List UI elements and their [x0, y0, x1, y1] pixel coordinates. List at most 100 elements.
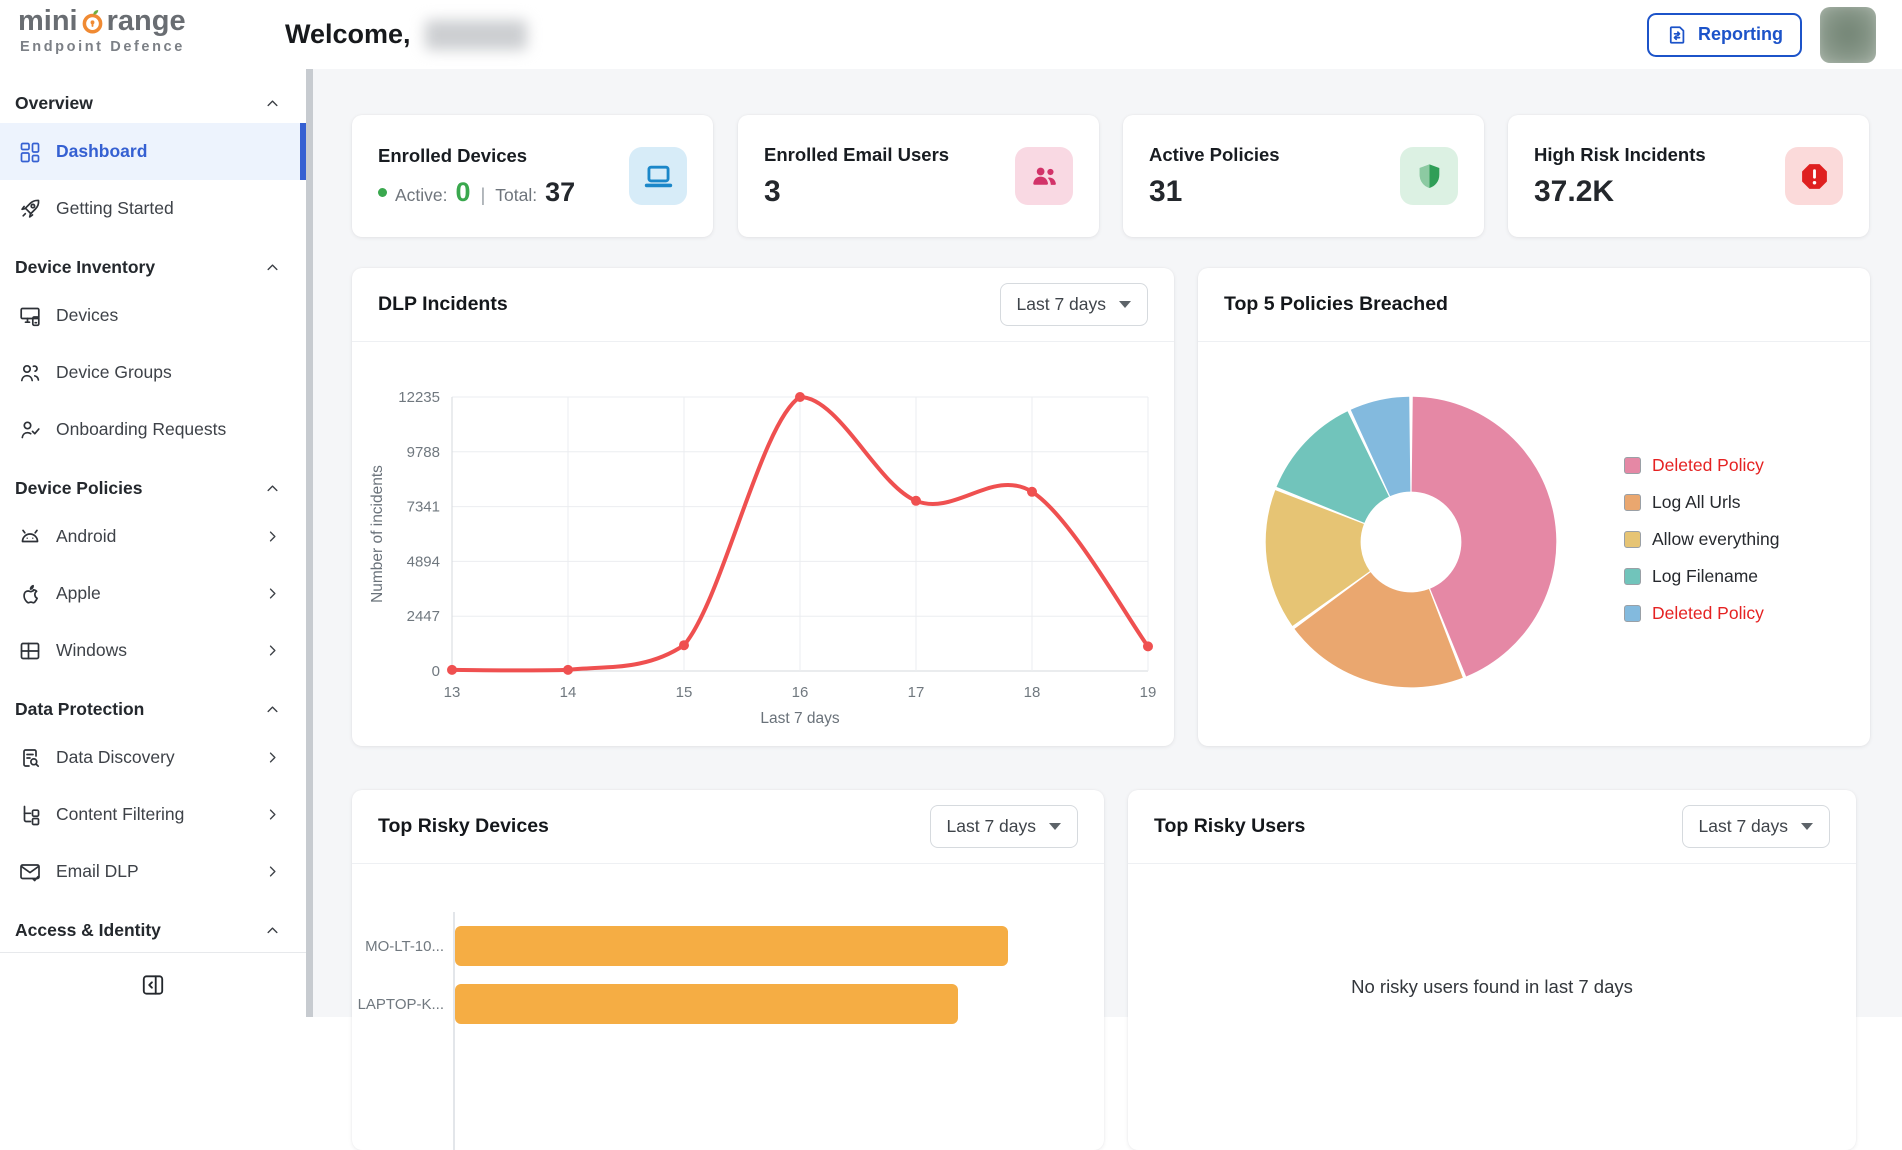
rocket-icon	[18, 197, 42, 221]
sidebar-section-device-inventory[interactable]: Device Inventory	[0, 247, 306, 287]
svg-text:2447: 2447	[407, 608, 440, 625]
bar-row-mo-lt-10[interactable]: MO-LT-10...	[352, 926, 1080, 966]
dlp-range-dropdown[interactable]: Last 7 days	[1000, 283, 1149, 326]
svg-text:4894: 4894	[407, 553, 440, 570]
sidebar-item-email-dlp[interactable]: Email DLP	[0, 843, 306, 900]
android-icon	[18, 525, 42, 549]
risky-devices-range-dropdown[interactable]: Last 7 days	[930, 805, 1079, 848]
brand-text-mini: mini	[18, 7, 78, 36]
legend-item-allow-everything-2[interactable]: Allow everything	[1624, 521, 1779, 558]
svg-text:18: 18	[1024, 684, 1041, 701]
chevron-up-icon	[263, 94, 282, 113]
sidebar-section-device-policies[interactable]: Device Policies	[0, 468, 306, 508]
svg-text:Number of incidents: Number of incidents	[369, 465, 386, 603]
dashboard-icon	[18, 140, 42, 164]
section-label: Device Inventory	[15, 257, 155, 278]
risky-devices-bar-chart[interactable]: MO-LT-10... LAPTOP-K...	[352, 864, 1080, 1150]
chevron-right-icon	[263, 584, 282, 603]
sidebar-item-onboarding-requests[interactable]: Onboarding Requests	[0, 401, 306, 458]
stat-title: Enrolled Devices	[378, 145, 575, 167]
alert-octagon-icon	[1785, 147, 1843, 205]
dlp-line-chart[interactable]: 024474894734197881223513141516171819Last…	[352, 342, 1174, 746]
collapse-sidebar-icon[interactable]	[140, 972, 166, 998]
section-label: Overview	[15, 93, 93, 114]
panel-header: DLP Incidents Last 7 days	[352, 268, 1174, 342]
chevron-up-icon	[263, 258, 282, 277]
svg-text:15: 15	[676, 684, 693, 701]
sidebar-section-data-protection[interactable]: Data Protection	[0, 689, 306, 729]
devices-icon	[18, 304, 42, 328]
sidebar-item-apple[interactable]: Apple	[0, 565, 306, 622]
chevron-up-icon	[263, 921, 282, 940]
chevron-right-icon	[263, 748, 282, 767]
avatar[interactable]	[1820, 7, 1876, 63]
bar	[455, 984, 958, 1024]
stat-card-active-policies: Active Policies 31	[1123, 115, 1484, 237]
report-document-icon	[1666, 24, 1688, 46]
sidebar-item-windows[interactable]: Windows	[0, 622, 306, 679]
sidebar-item-data-discovery[interactable]: Data Discovery	[0, 729, 306, 786]
reporting-button[interactable]: Reporting	[1647, 13, 1802, 57]
stat-card-high-risk-incidents: High Risk Incidents 37.2K	[1508, 115, 1869, 237]
legend-label: Allow everything	[1652, 529, 1779, 550]
svg-text:14: 14	[560, 684, 577, 701]
bar-track	[455, 926, 1080, 966]
legend-item-log-filename-3[interactable]: Log Filename	[1624, 558, 1779, 595]
legend-item-deleted-policy-4[interactable]: Deleted Policy	[1624, 595, 1779, 632]
panel-header: Top Risky Users Last 7 days	[1128, 790, 1856, 864]
legend-item-log-all-urls-1[interactable]: Log All Urls	[1624, 484, 1779, 521]
sidebar-item-device-groups[interactable]: Device Groups	[0, 344, 306, 401]
section-label: Access & Identity	[15, 920, 161, 941]
svg-text:19: 19	[1140, 684, 1157, 701]
panel-title: Top Risky Devices	[378, 815, 549, 838]
bar	[455, 926, 1008, 966]
sidebar-scrollbar[interactable]	[306, 69, 313, 1017]
device-groups-icon	[18, 361, 42, 385]
policies-donut-chart[interactable]	[1256, 387, 1566, 697]
legend-swatch	[1624, 568, 1641, 585]
data-discovery-icon	[18, 746, 42, 770]
donut-svg	[1256, 387, 1566, 697]
sidebar-item-devices[interactable]: Devices	[0, 287, 306, 344]
risky-users-range-dropdown[interactable]: Last 7 days	[1682, 805, 1831, 848]
brand-logo[interactable]: mini range Endpoint Defence	[18, 7, 186, 55]
sidebar-item-android[interactable]: Android	[0, 508, 306, 565]
stat-title: High Risk Incidents	[1534, 144, 1706, 166]
chevron-right-icon	[263, 805, 282, 824]
risky-users-panel: Top Risky Users Last 7 days No risky use…	[1128, 790, 1856, 1150]
chevron-up-icon	[263, 700, 282, 719]
app-root: mini range Endpoint Defence Welcome,	[0, 0, 1902, 1017]
svg-text:16: 16	[792, 684, 809, 701]
sidebar-section-overview[interactable]: Overview	[0, 83, 306, 123]
panel-header: Top Risky Devices Last 7 days	[352, 790, 1104, 864]
empty-state-message: No risky users found in last 7 days	[1128, 976, 1856, 998]
panel-title: Top 5 Policies Breached	[1224, 293, 1448, 316]
separator: |	[479, 185, 488, 206]
chevron-right-icon	[263, 641, 282, 660]
section-label: Data Protection	[15, 699, 144, 720]
dlp-range-label: Last 7 days	[1017, 294, 1107, 315]
legend-label: Log Filename	[1652, 566, 1758, 587]
laptop-icon	[629, 147, 687, 205]
bar-row-laptop-k[interactable]: LAPTOP-K...	[352, 984, 1080, 1024]
onboarding-person-check-icon	[18, 418, 42, 442]
bar-label: MO-LT-10...	[352, 938, 444, 955]
stat-title: Enrolled Email Users	[764, 144, 949, 166]
chevron-down-icon	[1801, 823, 1813, 830]
windows-icon	[18, 639, 42, 663]
brand-text-range: range	[107, 7, 186, 36]
sidebar-section-access-identity[interactable]: Access & Identity	[0, 910, 306, 950]
chevron-down-icon	[1049, 823, 1061, 830]
sidebar-item-dashboard[interactable]: Dashboard	[0, 123, 306, 180]
svg-text:13: 13	[444, 684, 461, 701]
policies-legend: Deleted Policy Log All Urls Allow everythi…	[1624, 447, 1779, 632]
sidebar: Overview DashboardGetting Started Device I…	[0, 69, 313, 1017]
panel-title: DLP Incidents	[378, 293, 508, 316]
header-actions: Reporting	[1647, 0, 1876, 69]
risky-devices-panel: Top Risky Devices Last 7 days MO-LT-10..…	[352, 790, 1104, 1150]
sidebar-item-getting-started[interactable]: Getting Started	[0, 180, 306, 237]
sidebar-item-content-filtering[interactable]: Content Filtering	[0, 786, 306, 843]
legend-item-deleted-policy-0[interactable]: Deleted Policy	[1624, 447, 1779, 484]
orange-lock-leaf-icon	[79, 8, 106, 35]
legend-label: Log All Urls	[1652, 492, 1741, 513]
